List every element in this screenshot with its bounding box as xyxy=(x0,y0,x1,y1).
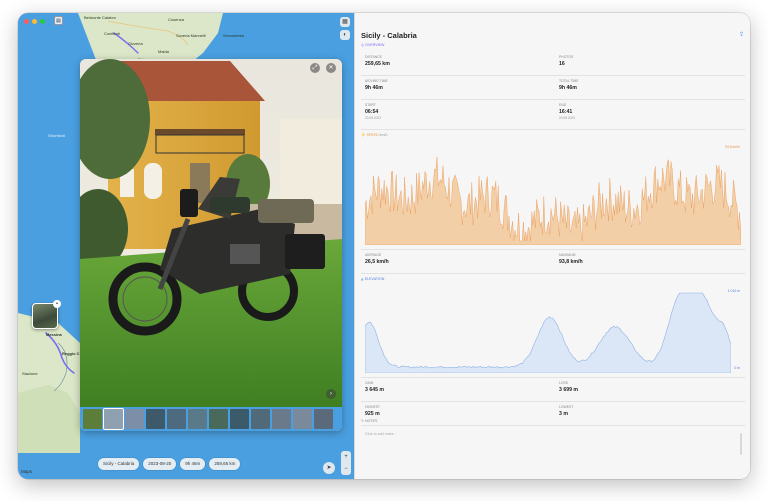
map-label: Cosenza xyxy=(168,17,184,22)
next-photo-icon[interactable]: › xyxy=(326,389,336,399)
stat-elevation-highest: HIGHEST 925 m xyxy=(365,405,381,417)
filmstrip-thumb[interactable] xyxy=(293,409,312,429)
map-label: Gizzeria xyxy=(128,41,143,46)
stat-end: END 16:41 20.08.2023 xyxy=(559,103,575,120)
map-label: Messina xyxy=(46,332,62,337)
trip-detail-panel: Sicily - Calabria ⇪ ◎ OVERVIEW DISTANCE 2… xyxy=(354,13,750,479)
stat-start: START 06:54 20.08.2023 xyxy=(365,103,381,120)
divider xyxy=(361,425,745,426)
filmstrip-thumb[interactable] xyxy=(230,409,249,429)
photo-pin-thumbnail[interactable]: • xyxy=(32,300,61,329)
map-layers-icon[interactable]: ▦ xyxy=(340,17,350,27)
divider xyxy=(361,129,745,130)
trip-date-chip[interactable]: 2023-08-20 xyxy=(143,458,177,470)
app-window: Belmonte Calabro Cosenza Soveria Mannell… xyxy=(18,13,750,479)
filmstrip-thumb[interactable] xyxy=(188,409,207,429)
minimize-window-button[interactable] xyxy=(32,19,37,24)
share-icon[interactable]: ⇪ xyxy=(739,31,744,38)
info-icon[interactable]: ⤢ xyxy=(310,63,320,73)
filmstrip-thumb[interactable] xyxy=(272,409,291,429)
sidebar-toggle-icon[interactable]: ▤ xyxy=(54,16,63,25)
elevation-chart xyxy=(365,292,731,373)
elevation-section-label: ◭ ELEVATION xyxy=(361,277,385,281)
elevation-min-label: 0 m xyxy=(734,366,740,370)
divider xyxy=(361,249,745,250)
map-label: Serrastretta xyxy=(223,33,244,38)
photo-count-badge: • xyxy=(53,300,61,308)
stat-total-time: TOTAL TIME 9h 46m xyxy=(559,79,579,91)
map-label: Soveria Mannelli xyxy=(176,33,206,38)
filmstrip-thumb[interactable] xyxy=(146,409,165,429)
divider xyxy=(361,401,745,402)
map-label: Stromboli xyxy=(48,133,65,138)
notes-section-label: ✎ NOTES xyxy=(361,419,378,423)
speed-section-label: ⚡ SPEED km/h xyxy=(361,133,388,137)
photo-filmstrip xyxy=(80,407,342,431)
stat-speed-maximum: MAXIMUM 93,8 km/h xyxy=(559,253,583,265)
trip-chips: Sicily - Calabria 2023-08-20 9h 46m 259,… xyxy=(98,458,241,470)
filmstrip-thumb[interactable] xyxy=(314,409,333,429)
location-icon[interactable]: ➤ xyxy=(323,462,335,474)
divider xyxy=(361,273,745,274)
close-window-button[interactable] xyxy=(24,19,29,24)
map-3d-icon[interactable]: ◐ xyxy=(340,30,350,40)
map-label: Reggio C xyxy=(62,351,80,356)
trip-name-chip[interactable]: Sicily - Calabria xyxy=(98,458,140,470)
trip-distance-chip[interactable]: 259,65 km xyxy=(209,458,241,470)
map-label: Maida xyxy=(158,49,169,54)
speed-chart xyxy=(365,156,741,245)
filmstrip-thumb[interactable] xyxy=(83,409,102,429)
filmstrip-thumb[interactable] xyxy=(125,409,144,429)
filmstrip-thumb[interactable] xyxy=(209,409,228,429)
map-view[interactable]: Belmonte Calabro Cosenza Soveria Mannell… xyxy=(18,13,354,479)
map-label: Stazione xyxy=(22,371,38,376)
panel-scrollbar[interactable] xyxy=(740,433,742,455)
trip-title: Sicily - Calabria xyxy=(361,31,417,40)
photo-viewer: ⤢ ✕ › xyxy=(80,59,342,431)
motorcycle-photo[interactable]: ⤢ ✕ › xyxy=(80,59,342,407)
close-viewer-icon[interactable]: ✕ xyxy=(326,63,336,73)
stat-moving-time: MOVING TIME 9h 46m xyxy=(365,79,388,91)
maps-logo: Maps xyxy=(21,469,33,474)
zoom-window-button[interactable] xyxy=(40,19,45,24)
notes-field[interactable]: Click to add notes... xyxy=(365,432,397,436)
divider xyxy=(361,377,745,378)
stat-elevation-loss: LOSS 3 699 m xyxy=(559,381,579,393)
filmstrip-thumb[interactable] xyxy=(251,409,270,429)
filmstrip-thumb[interactable] xyxy=(103,408,124,430)
filmstrip-thumb[interactable] xyxy=(167,409,186,429)
stat-elevation-gain: GAIN 3 645 m xyxy=(365,381,385,393)
stat-elevation-lowest: LOWEST 3 m xyxy=(559,405,574,417)
map-label: Conflenti xyxy=(104,31,120,36)
stat-distance: DISTANCE 259,65 km xyxy=(365,55,390,67)
zoom-control[interactable]: + − xyxy=(341,451,351,475)
divider xyxy=(361,99,745,100)
map-label: Belmonte Calabro xyxy=(84,15,117,20)
trip-duration-chip[interactable]: 9h 46m xyxy=(180,458,206,470)
stat-photos: PHOTOS 16 xyxy=(559,55,574,67)
stat-speed-average: AVERAGE 26,5 km/h xyxy=(365,253,389,265)
divider xyxy=(361,75,745,76)
overview-section-label: ◎ OVERVIEW xyxy=(361,43,385,47)
